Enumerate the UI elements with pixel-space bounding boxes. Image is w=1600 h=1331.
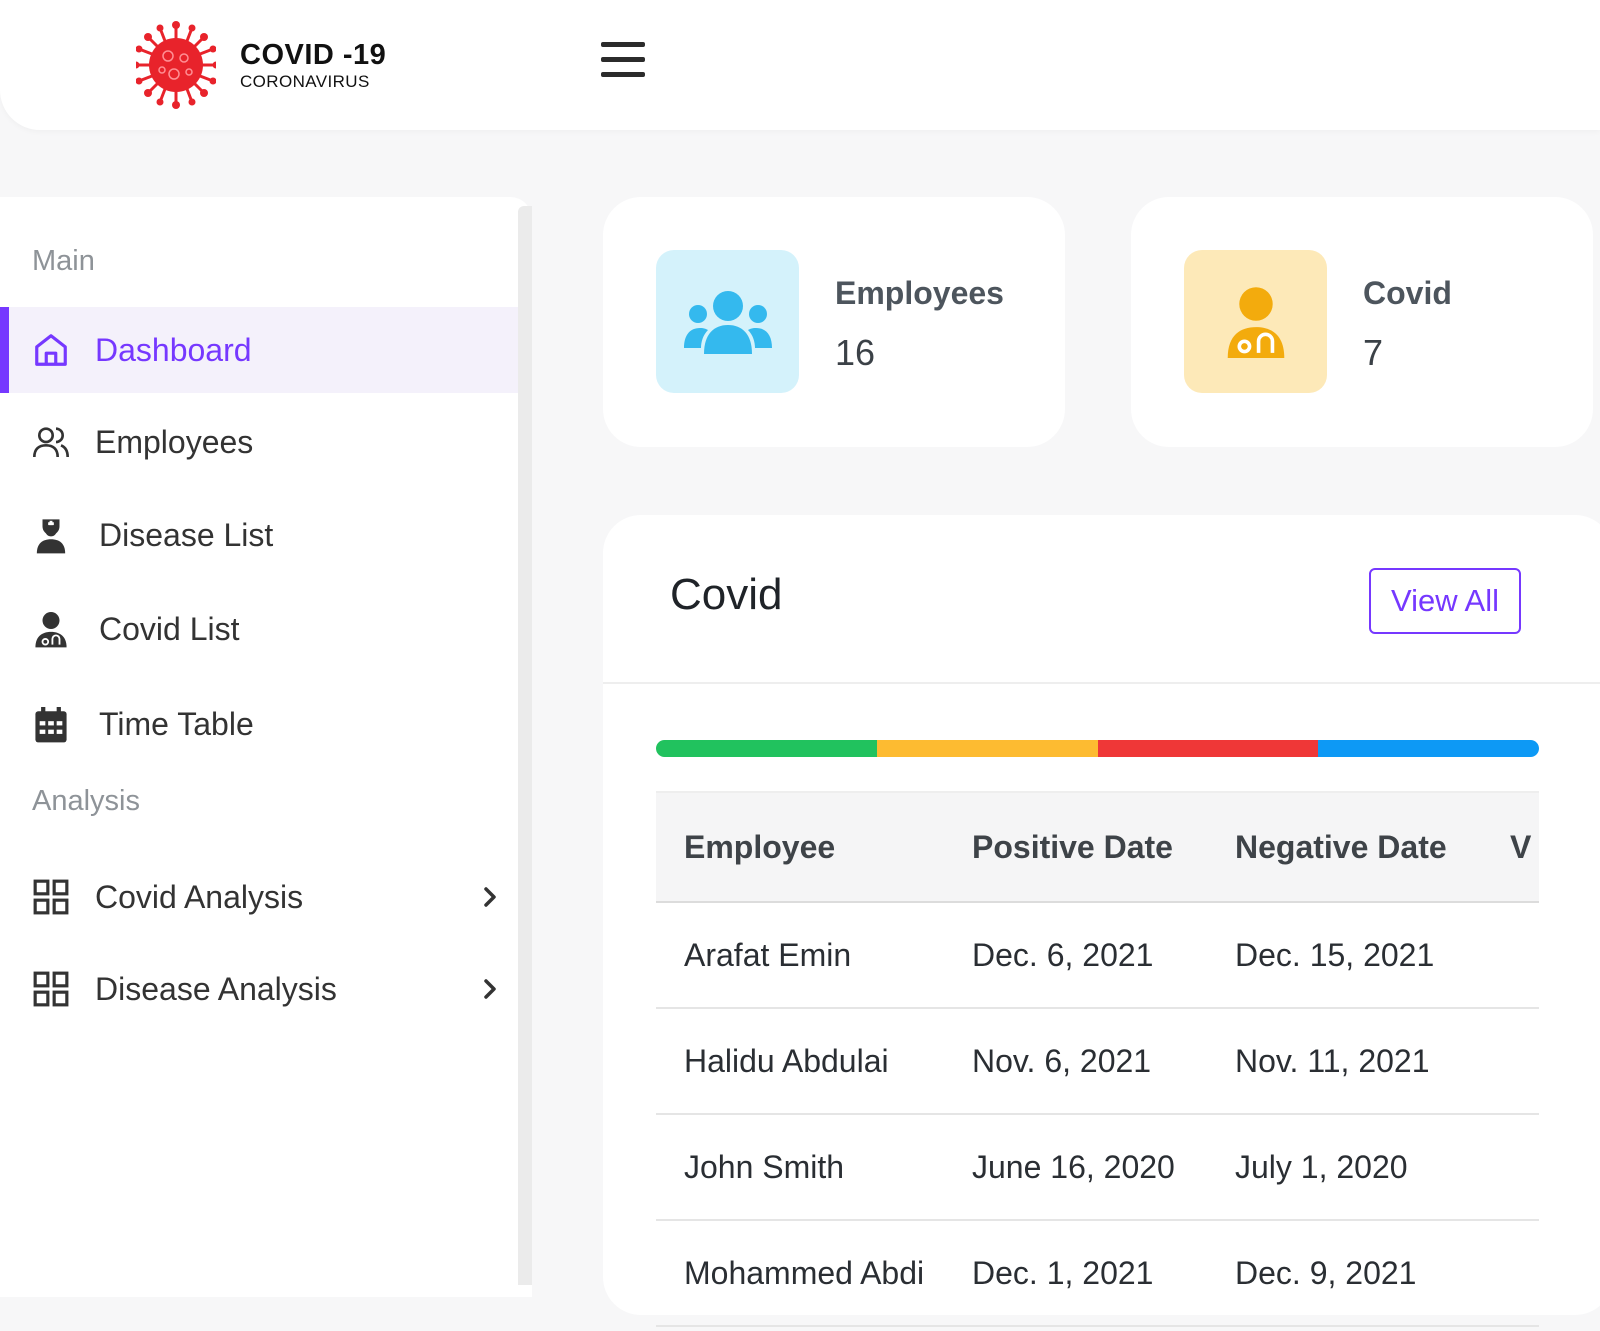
stat-card-covid[interactable]: Covid 7 (1131, 197, 1593, 447)
sidebar: Main Dashboard Employees Disease List Co… (0, 197, 532, 1297)
status-progress-bar (656, 740, 1539, 757)
sidebar-section-main: Main (32, 245, 95, 277)
grid-icon (30, 876, 72, 918)
cell-truncated (1510, 1114, 1539, 1221)
cell-positive-date: June 16, 2020 (972, 1114, 1235, 1221)
hamburger-line (601, 57, 645, 62)
sidebar-item-disease-list[interactable]: Disease List (0, 492, 532, 578)
cell-negative-date: Dec. 9, 2021 (1235, 1220, 1510, 1327)
group-icon (683, 290, 772, 354)
cell-negative-date: Nov. 11, 2021 (1235, 1008, 1510, 1115)
cell-truncated (1510, 902, 1539, 1009)
brand-subtitle: CORONAVIRUS (240, 71, 370, 91)
cell-negative-date: Dec. 15, 2021 (1235, 902, 1510, 1009)
sidebar-item-employees[interactable]: Employees (0, 399, 532, 485)
sidebar-item-label: Time Table (99, 705, 254, 742)
brand-title: COVID -19 (240, 38, 387, 71)
covid-table: Employee Positive Date Negative Date V A… (656, 791, 1539, 1327)
cell-positive-date: Dec. 1, 2021 (972, 1220, 1235, 1327)
table-row[interactable]: Mohammed Abdi Dec. 1, 2021 Dec. 9, 2021 (656, 1220, 1539, 1327)
sidebar-item-label: Employees (95, 423, 254, 460)
progress-segment-blue (1318, 740, 1539, 757)
sidebar-scrollbar[interactable] (518, 206, 532, 1285)
chevron-right-icon (480, 977, 500, 1001)
sidebar-item-label: Disease List (99, 516, 274, 553)
cell-positive-date: Dec. 6, 2021 (972, 902, 1235, 1009)
stat-title: Employees (835, 275, 1004, 311)
stat-value: 7 (1363, 332, 1384, 373)
virus-icon (136, 21, 216, 109)
chevron-right-icon (480, 885, 500, 909)
sidebar-item-label: Covid List (99, 610, 240, 647)
table-header-row: Employee Positive Date Negative Date V (656, 791, 1539, 903)
card-divider (603, 682, 1600, 684)
hamburger-line (601, 72, 645, 77)
cell-employee: John Smith (656, 1114, 972, 1221)
column-header-truncated: V (1510, 791, 1539, 903)
sidebar-item-disease-analysis[interactable]: Disease Analysis (0, 946, 532, 1032)
cell-negative-date: July 1, 2020 (1235, 1114, 1510, 1221)
sidebar-item-covid-list[interactable]: Covid List (0, 586, 532, 672)
cell-positive-date: Nov. 6, 2021 (972, 1008, 1235, 1115)
covid-card-title: Covid (670, 570, 783, 619)
column-header-employee[interactable]: Employee (656, 791, 972, 903)
cell-truncated (1510, 1220, 1539, 1327)
sidebar-item-covid-analysis[interactable]: Covid Analysis (0, 854, 532, 940)
column-header-negative-date[interactable]: Negative Date (1235, 791, 1510, 903)
stat-icon-employees (656, 250, 799, 393)
sidebar-item-label: Covid Analysis (95, 878, 304, 915)
cell-employee: Mohammed Abdi (656, 1220, 972, 1327)
column-header-positive-date[interactable]: Positive Date (972, 791, 1235, 903)
covid-card: Covid View All Employee Positive Date Ne… (603, 515, 1600, 1327)
stat-icon-covid (1184, 250, 1327, 393)
cell-employee: Halidu Abdulai (656, 1008, 972, 1115)
view-all-button[interactable]: View All (1369, 568, 1521, 634)
sidebar-item-label: Disease Analysis (95, 970, 337, 1007)
sidebar-item-label: Dashboard (95, 331, 252, 368)
sidebar-item-dashboard[interactable]: Dashboard (0, 307, 532, 393)
sidebar-item-time-table[interactable]: Time Table (0, 681, 532, 767)
hamburger-icon (601, 42, 645, 47)
grid-icon (30, 968, 72, 1010)
table-row[interactable]: Arafat Emin Dec. 6, 2021 Dec. 15, 2021 (656, 902, 1539, 1009)
home-icon (30, 329, 72, 371)
table-row[interactable]: Halidu Abdulai Nov. 6, 2021 Nov. 11, 202… (656, 1008, 1539, 1115)
users-icon (30, 421, 72, 463)
calendar-icon (30, 703, 72, 745)
menu-toggle-button[interactable] (601, 42, 645, 82)
doctor-icon (30, 608, 72, 650)
stat-card-employees[interactable]: Employees 16 (603, 197, 1065, 447)
progress-segment-red (1097, 740, 1319, 757)
doctor-icon (1227, 286, 1284, 358)
stat-value: 16 (835, 332, 876, 373)
covid-table-scroll[interactable]: Employee Positive Date Negative Date V A… (656, 791, 1539, 1331)
progress-segment-green (656, 740, 877, 757)
cell-truncated (1510, 1008, 1539, 1115)
stat-title: Covid (1363, 275, 1452, 311)
sidebar-section-analysis: Analysis (32, 785, 140, 817)
top-header: COVID -19 CORONAVIRUS (0, 0, 1600, 130)
nurse-icon (30, 514, 72, 556)
cell-employee: Arafat Emin (656, 902, 972, 1009)
table-row[interactable]: John Smith June 16, 2020 July 1, 2020 (656, 1114, 1539, 1221)
brand-logo[interactable]: COVID -19 CORONAVIRUS (136, 20, 386, 110)
progress-segment-yellow (876, 740, 1098, 757)
